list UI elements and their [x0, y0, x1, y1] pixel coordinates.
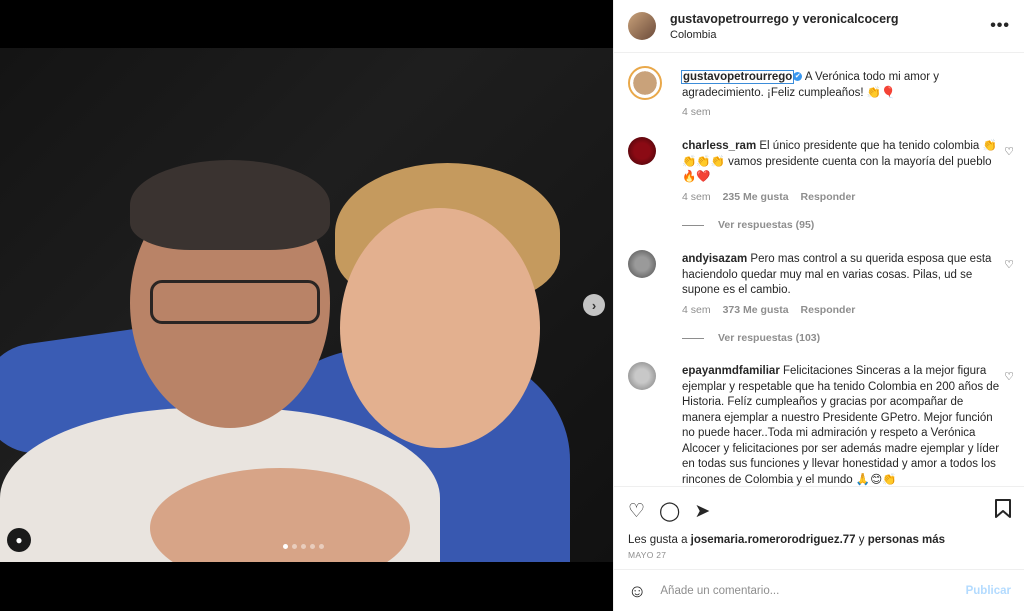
comment-icon[interactable]: ◯ — [659, 500, 680, 523]
view-replies-button[interactable]: Ver respuestas (95) — [682, 219, 814, 231]
post-authors[interactable]: gustavopetrourrego y veronicalcocerg — [670, 12, 990, 26]
comment-text: Felicitaciones Sinceras a la mejor figur… — [682, 365, 1000, 486]
comment-username[interactable]: charless_ram — [682, 140, 756, 152]
post-side-panel: gustavopetrourrego y veronicalcocerg Col… — [613, 0, 1024, 611]
slide-dot — [283, 544, 288, 549]
likes-prefix: Les gusta a — [628, 534, 688, 546]
comment-likes[interactable]: 373 Me gusta — [723, 304, 789, 316]
view-replies-label: Ver respuestas (103) — [718, 332, 821, 344]
post-actions: ♡ ◯ ➤ Les gusta a josemaria.romerorodrig… — [614, 486, 1024, 611]
verified-icon: ✔ — [793, 72, 803, 82]
comment-username[interactable]: epayanmdfamiliar — [682, 365, 780, 377]
avatar[interactable] — [628, 12, 656, 40]
avatar[interactable] — [628, 66, 662, 100]
slide-dot — [292, 544, 297, 549]
comment-time[interactable]: 4 sem — [682, 304, 711, 316]
post-date[interactable]: MAYO 27 — [628, 550, 666, 560]
caption-time[interactable]: 4 sem — [682, 106, 711, 118]
post-media: › ● — [0, 0, 613, 611]
tagged-users-button[interactable]: ● — [7, 528, 31, 552]
slide-dot — [310, 544, 315, 549]
comments-list[interactable]: gustavopetrourrego ✔ A Verónica todo mi a… — [614, 54, 1024, 486]
like-comment-icon[interactable]: ♡ — [1004, 258, 1014, 271]
next-slide-button[interactable]: › — [583, 294, 605, 316]
caption-username[interactable]: gustavopetrourrego — [680, 70, 795, 84]
like-comment-icon[interactable]: ♡ — [1004, 145, 1014, 158]
slide-dot — [319, 544, 324, 549]
comment-username[interactable]: andyisazam — [682, 253, 747, 265]
comment-input[interactable] — [660, 585, 966, 597]
emoji-icon[interactable]: ☺ — [628, 581, 646, 602]
comment-time[interactable]: 4 sem — [682, 191, 711, 203]
view-replies-button[interactable]: Ver respuestas (103) — [682, 332, 820, 344]
likes-summary: Les gusta a josemaria.romerorodriguez.77… — [628, 534, 945, 546]
post-photo — [0, 48, 613, 562]
post-comment-button[interactable]: Publicar — [966, 585, 1011, 597]
post-header: gustavopetrourrego y veronicalcocerg Col… — [614, 0, 1024, 53]
likes-suffix: y — [858, 534, 865, 546]
person-icon: ● — [15, 533, 23, 547]
heart-icon[interactable]: ♡ — [628, 500, 645, 523]
reply-button[interactable]: Responder — [801, 191, 856, 203]
bookmark-icon[interactable] — [995, 499, 1011, 524]
add-comment-bar: ☺ Publicar — [614, 569, 1024, 611]
likes-user[interactable]: josemaria.romerorodriguez.77 — [691, 534, 856, 546]
avatar[interactable] — [628, 362, 656, 390]
post-location[interactable]: Colombia — [670, 29, 990, 41]
likes-others[interactable]: personas más — [868, 534, 945, 546]
view-replies-label: Ver respuestas (95) — [718, 219, 815, 231]
slide-dot — [301, 544, 306, 549]
comment-likes[interactable]: 235 Me gusta — [723, 191, 789, 203]
avatar[interactable] — [628, 137, 656, 165]
avatar[interactable] — [628, 250, 656, 278]
reply-button[interactable]: Responder — [801, 304, 856, 316]
slide-indicator — [283, 544, 324, 549]
more-options-icon[interactable]: ••• — [990, 17, 1010, 35]
share-icon[interactable]: ➤ — [694, 500, 710, 523]
like-comment-icon[interactable]: ♡ — [1004, 370, 1014, 383]
